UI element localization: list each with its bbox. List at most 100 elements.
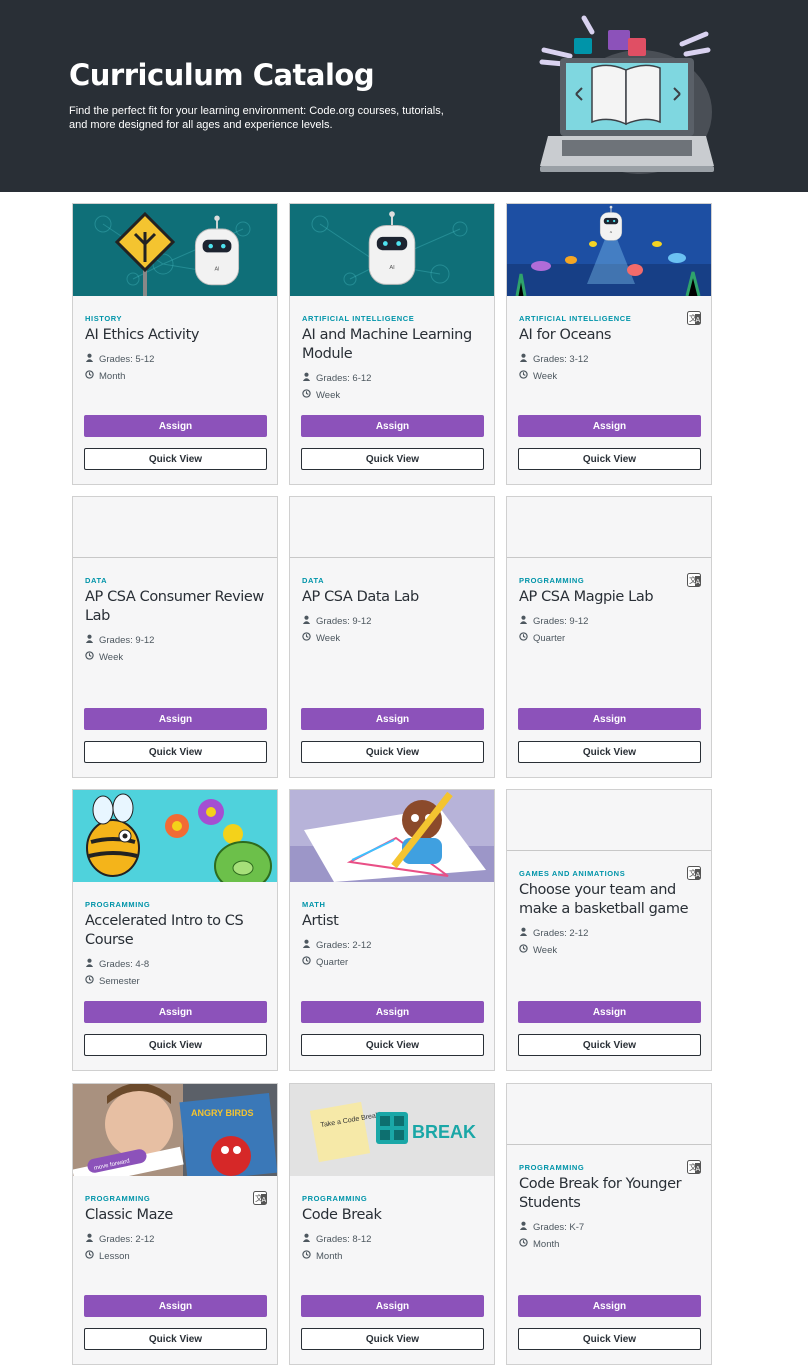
quick-view-button[interactable]: Quick View bbox=[518, 1034, 701, 1056]
course-title[interactable]: AI Ethics Activity bbox=[85, 326, 267, 345]
assign-button[interactable]: Assign bbox=[301, 1001, 484, 1023]
grades-label: Grades: 6-12 bbox=[316, 372, 372, 384]
course-title[interactable]: AI and Machine Learning Module bbox=[302, 326, 484, 364]
course-thumbnail[interactable]: AI bbox=[290, 204, 494, 296]
grades-label: Grades: 4-8 bbox=[99, 958, 150, 970]
quick-view-button[interactable]: Quick View bbox=[84, 1034, 267, 1056]
assign-button[interactable]: Assign bbox=[518, 415, 701, 437]
course-grades: Grades: 4-8 bbox=[85, 958, 149, 970]
assign-button[interactable]: Assign bbox=[84, 708, 267, 730]
course-duration: Month bbox=[519, 1238, 559, 1250]
duration-label: Month bbox=[316, 1250, 343, 1262]
course-thumbnail[interactable] bbox=[507, 1084, 711, 1145]
assign-button[interactable]: Assign bbox=[301, 708, 484, 730]
course-duration: Week bbox=[519, 944, 557, 956]
course-thumbnail[interactable]: Take a Code Break! BREAK bbox=[290, 1084, 494, 1176]
clock-icon bbox=[519, 944, 528, 956]
page-title: Curriculum Catalog bbox=[69, 58, 375, 92]
course-duration: Week bbox=[519, 370, 557, 382]
course-topic: GAMES AND ANIMATIONS bbox=[519, 869, 626, 878]
duration-label: Week bbox=[533, 944, 558, 956]
course-thumbnail[interactable]: AI bbox=[507, 204, 711, 296]
duration-label: Quarter bbox=[533, 632, 566, 644]
course-thumbnail[interactable] bbox=[290, 790, 494, 882]
course-duration: Month bbox=[302, 1250, 342, 1262]
course-duration: Week bbox=[302, 632, 340, 644]
assign-button[interactable]: Assign bbox=[84, 415, 267, 437]
quick-view-button[interactable]: Quick View bbox=[301, 448, 484, 470]
svg-text:A: A bbox=[696, 872, 701, 879]
grades-label: Grades: 9-12 bbox=[316, 615, 372, 627]
course-grades: Grades: 9-12 bbox=[302, 615, 371, 627]
quick-view-button[interactable]: Quick View bbox=[84, 448, 267, 470]
curriculum-card: PROGRAMMING 文A AP CSA Magpie Lab Grades:… bbox=[506, 496, 712, 778]
quick-view-button[interactable]: Quick View bbox=[518, 448, 701, 470]
person-icon bbox=[85, 958, 94, 970]
course-topic: ARTIFICIAL INTELLIGENCE bbox=[519, 314, 632, 323]
svg-text:A: A bbox=[696, 1166, 701, 1173]
assign-button[interactable]: Assign bbox=[84, 1295, 267, 1317]
svg-text:AI: AI bbox=[214, 266, 219, 272]
svg-text:A: A bbox=[262, 1197, 267, 1204]
assign-button[interactable]: Assign bbox=[301, 1295, 484, 1317]
course-topic: ARTIFICIAL INTELLIGENCE bbox=[302, 314, 415, 323]
assign-button[interactable]: Assign bbox=[518, 708, 701, 730]
curriculum-card: AI HISTORY AI Ethics Activity Grades: 5-… bbox=[72, 203, 278, 485]
clock-icon bbox=[85, 975, 94, 987]
clock-icon bbox=[302, 956, 311, 968]
assign-button[interactable]: Assign bbox=[518, 1001, 701, 1023]
grades-label: Grades: 2-12 bbox=[99, 1233, 155, 1245]
course-thumbnail[interactable] bbox=[73, 497, 277, 558]
course-thumbnail[interactable] bbox=[507, 790, 711, 851]
clock-icon bbox=[302, 1250, 311, 1262]
course-thumbnail[interactable] bbox=[73, 790, 277, 882]
assign-button[interactable]: Assign bbox=[84, 1001, 267, 1023]
translation-icon: 文A bbox=[687, 1160, 701, 1174]
course-title[interactable]: Artist bbox=[302, 912, 484, 931]
curriculum-card: PROGRAMMING Accelerated Intro to CS Cour… bbox=[72, 789, 278, 1071]
course-title[interactable]: Code Break for Younger Students bbox=[519, 1175, 701, 1213]
duration-label: Week bbox=[316, 389, 341, 401]
assign-button[interactable]: Assign bbox=[518, 1295, 701, 1317]
duration-label: Quarter bbox=[316, 956, 349, 968]
course-title[interactable]: Choose your team and make a basketball g… bbox=[519, 881, 701, 919]
person-icon bbox=[85, 634, 94, 646]
assign-button[interactable]: Assign bbox=[301, 415, 484, 437]
curriculum-card: GAMES AND ANIMATIONS 文A Choose your team… bbox=[506, 789, 712, 1071]
course-topic: PROGRAMMING bbox=[302, 1194, 368, 1203]
course-topic: PROGRAMMING bbox=[519, 576, 585, 585]
course-thumbnail[interactable] bbox=[507, 497, 711, 558]
quick-view-button[interactable]: Quick View bbox=[301, 1328, 484, 1350]
course-title[interactable]: Code Break bbox=[302, 1206, 484, 1225]
duration-label: Month bbox=[99, 370, 126, 382]
course-topic: DATA bbox=[85, 576, 108, 585]
course-duration: Quarter bbox=[302, 956, 348, 968]
course-grades: Grades: 9-12 bbox=[519, 615, 588, 627]
quick-view-button[interactable]: Quick View bbox=[84, 1328, 267, 1350]
quick-view-button[interactable]: Quick View bbox=[301, 1034, 484, 1056]
curriculum-card: PROGRAMMING 文A Code Break for Younger St… bbox=[506, 1083, 712, 1365]
quick-view-button[interactable]: Quick View bbox=[301, 741, 484, 763]
quick-view-button[interactable]: Quick View bbox=[518, 1328, 701, 1350]
course-duration: Semester bbox=[85, 975, 140, 987]
course-title[interactable]: Accelerated Intro to CS Course bbox=[85, 912, 267, 950]
course-topic: PROGRAMMING bbox=[519, 1163, 585, 1172]
course-title[interactable]: AP CSA Magpie Lab bbox=[519, 588, 701, 607]
course-title[interactable]: AP CSA Data Lab bbox=[302, 588, 484, 607]
grades-label: Grades: 9-12 bbox=[533, 615, 589, 627]
quick-view-button[interactable]: Quick View bbox=[518, 741, 701, 763]
course-grades: Grades: 9-12 bbox=[85, 634, 154, 646]
course-duration: Lesson bbox=[85, 1250, 130, 1262]
svg-text:A: A bbox=[696, 579, 701, 586]
course-thumbnail[interactable]: AI bbox=[73, 204, 277, 296]
course-thumbnail[interactable]: move forward ANGRY BIRDS bbox=[73, 1084, 277, 1176]
course-title[interactable]: Classic Maze bbox=[85, 1206, 267, 1225]
svg-text:ANGRY BIRDS: ANGRY BIRDS bbox=[191, 1108, 254, 1118]
course-title[interactable]: AI for Oceans bbox=[519, 326, 701, 345]
course-grades: Grades: 5-12 bbox=[85, 353, 154, 365]
quick-view-button[interactable]: Quick View bbox=[84, 741, 267, 763]
person-icon bbox=[302, 1233, 311, 1245]
person-icon bbox=[519, 927, 528, 939]
course-thumbnail[interactable] bbox=[290, 497, 494, 558]
course-title[interactable]: AP CSA Consumer Review Lab bbox=[85, 588, 267, 626]
